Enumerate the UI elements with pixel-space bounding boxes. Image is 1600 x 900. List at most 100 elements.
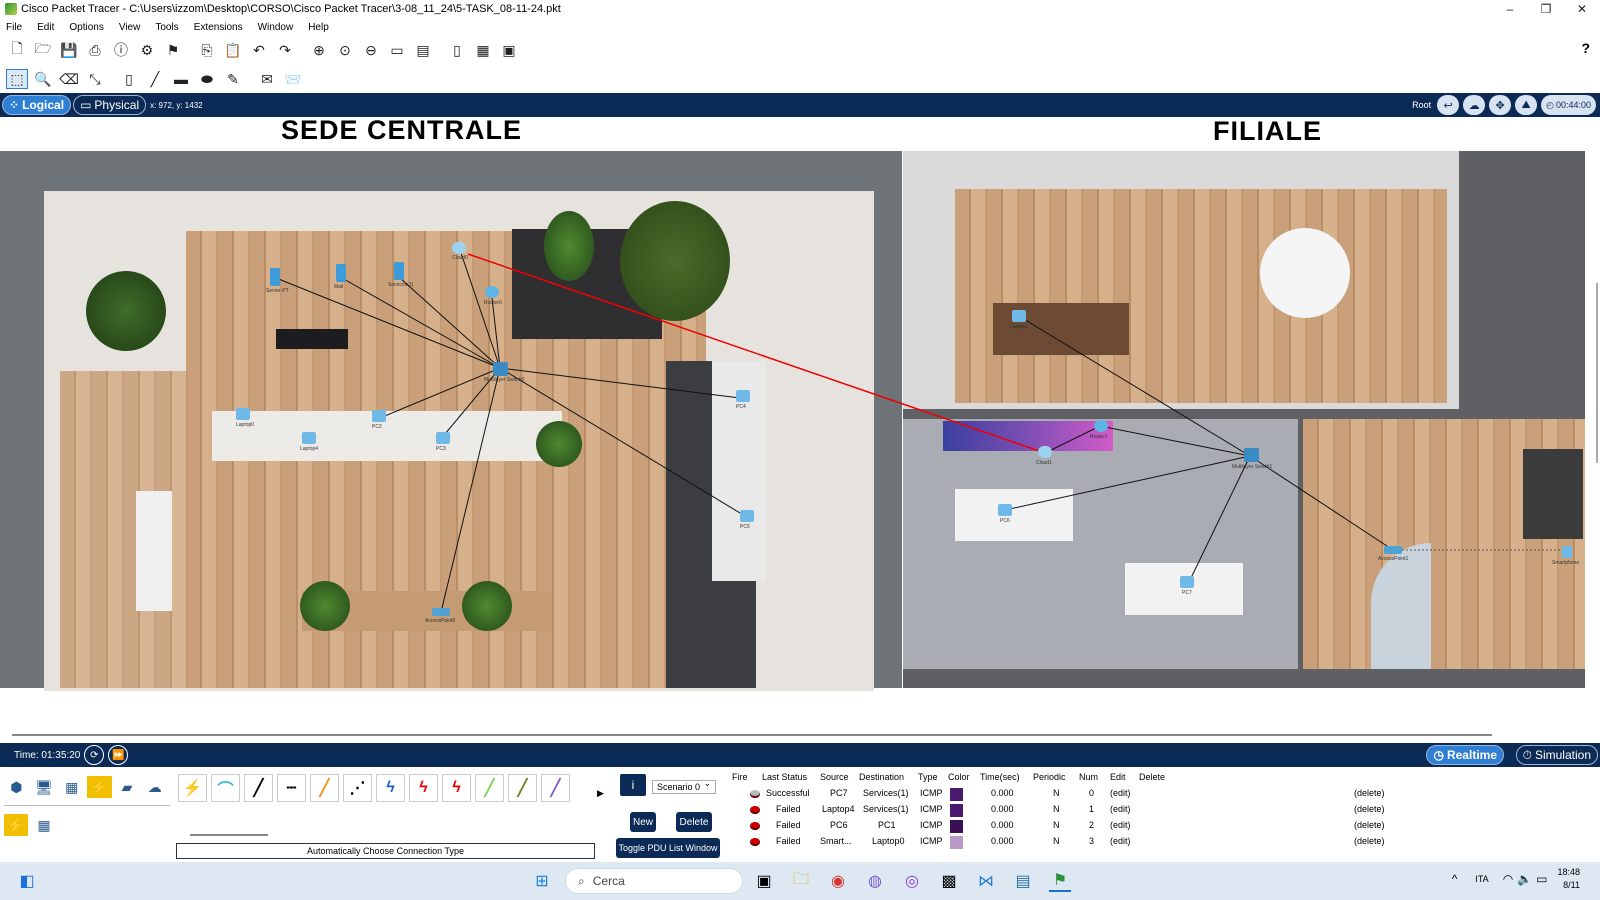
realtime-mode-button[interactable]: ◷ Realtime xyxy=(1426,745,1504,765)
pc-icon[interactable] xyxy=(436,432,450,444)
pc-icon[interactable] xyxy=(372,410,386,422)
pdu-edit-link[interactable]: (edit) xyxy=(1110,836,1131,846)
delete-icon[interactable]: ⌫ xyxy=(58,69,80,89)
components-icon[interactable]: ▦ xyxy=(59,776,84,798)
info-icon[interactable]: ⓘ xyxy=(110,40,132,60)
taskbar-search[interactable]: ⌕ Cerca xyxy=(565,868,743,894)
set-background-icon[interactable]: ⛰ xyxy=(1515,95,1538,115)
simulation-mode-button[interactable]: ⏱ Simulation xyxy=(1515,745,1598,765)
cloud-icon[interactable] xyxy=(1038,446,1052,458)
cluster-icon[interactable]: ☁ xyxy=(1463,95,1486,115)
complex-pdu-icon[interactable]: 📨 xyxy=(282,69,304,89)
fire-indicator-icon[interactable] xyxy=(750,806,760,814)
end-devices-icon[interactable]: 🖥 xyxy=(32,776,57,798)
open-folder-icon[interactable]: 🗁 xyxy=(32,40,54,60)
new-scenario-button[interactable]: New xyxy=(630,812,656,832)
phone-cable-icon[interactable]: ⋰ xyxy=(343,774,372,802)
physical-view-button[interactable]: ▭ Physical xyxy=(73,95,147,115)
task-view-icon[interactable]: ▣ xyxy=(753,870,775,892)
coaxial-cable-icon[interactable]: ϟ xyxy=(376,774,405,802)
remote-desktop-icon[interactable]: ▤ xyxy=(1012,870,1034,892)
menu-window[interactable]: Window xyxy=(258,22,294,33)
straight-through-cable-icon[interactable]: ╱ xyxy=(244,774,273,802)
app-icon[interactable]: ◎ xyxy=(901,870,923,892)
menu-options[interactable]: Options xyxy=(69,22,103,33)
connections-icon[interactable]: ⚡ xyxy=(87,776,112,798)
router-icon[interactable] xyxy=(1094,420,1108,432)
new-file-icon[interactable]: 🗋 xyxy=(6,40,28,60)
pdu-delete-link[interactable]: (delete) xyxy=(1354,820,1385,830)
menu-edit[interactable]: Edit xyxy=(37,22,54,33)
laptop-icon[interactable] xyxy=(236,408,250,420)
help-icon[interactable]: ? xyxy=(1581,40,1590,56)
menu-tools[interactable]: Tools xyxy=(155,22,178,33)
server-icon[interactable] xyxy=(336,264,346,282)
start-icon[interactable]: ⊞ xyxy=(531,870,553,892)
pdu-edit-link[interactable]: (edit) xyxy=(1110,788,1131,798)
smartphone-icon[interactable] xyxy=(1562,546,1572,558)
chevron-up-icon[interactable]: ^ xyxy=(1452,872,1458,886)
zoom-reset-icon[interactable]: ⊙ xyxy=(334,40,356,60)
language-indicator[interactable]: ITA xyxy=(1475,874,1488,884)
taskbar-clock[interactable]: 18:48 8/11 xyxy=(1557,866,1580,892)
network-devices-icon[interactable]: ⬢ xyxy=(4,776,29,798)
maximize-button[interactable]: ❐ xyxy=(1528,0,1564,18)
laptop-icon[interactable] xyxy=(1012,310,1026,322)
save-icon[interactable]: 💾 xyxy=(58,40,80,60)
fast-forward-icon[interactable]: ⏩ xyxy=(108,745,129,765)
grid-icon[interactable]: ▦ xyxy=(32,814,56,836)
cloud-icon[interactable] xyxy=(452,242,466,254)
connections-subtype-icon[interactable]: ⚡ xyxy=(4,814,28,836)
inspect-icon[interactable]: 🔍 xyxy=(32,69,54,89)
file-explorer-icon[interactable]: 🗀 xyxy=(790,870,812,892)
pc-icon[interactable] xyxy=(998,504,1012,516)
switch-icon[interactable] xyxy=(1244,448,1259,462)
resize-icon[interactable]: ⤡ xyxy=(84,69,106,89)
drawing-palette-icon[interactable]: ▭ xyxy=(386,40,408,60)
7zip-icon[interactable]: ▩ xyxy=(938,870,960,892)
volume-icon[interactable]: 🔈 xyxy=(1517,872,1532,886)
toggle-pdu-list-button[interactable]: Toggle PDU List Window xyxy=(616,838,720,858)
close-button[interactable]: ✕ xyxy=(1564,0,1600,18)
pdu-icon[interactable]: ▦ xyxy=(472,40,494,60)
console-cable-icon[interactable]: ⌒ xyxy=(211,774,240,802)
screenshot-icon[interactable]: ▣ xyxy=(498,40,520,60)
pdu-delete-link[interactable]: (delete) xyxy=(1354,804,1385,814)
logical-view-button[interactable]: ⁘ Logical xyxy=(2,95,72,115)
draw-rectangle-icon[interactable]: ▬ xyxy=(170,69,192,89)
chrome-icon[interactable]: ◉ xyxy=(827,870,849,892)
print-icon[interactable]: ⎙ xyxy=(84,40,106,60)
simple-pdu-icon[interactable]: ✉ xyxy=(256,69,278,89)
menu-file[interactable]: File xyxy=(6,22,22,33)
fire-indicator-icon[interactable] xyxy=(750,822,760,830)
usb-cable-icon[interactable]: ╱ xyxy=(541,774,570,802)
connection-scrollbar[interactable] xyxy=(190,834,268,836)
scenario-select[interactable]: Scenario 0 xyxy=(652,778,716,794)
pc-icon[interactable] xyxy=(1180,576,1194,588)
server-icon[interactable] xyxy=(394,262,404,280)
battery-icon[interactable]: ▭ xyxy=(1536,872,1547,886)
multiuser-icon[interactable]: ☁ xyxy=(142,776,167,798)
switch-icon[interactable] xyxy=(493,362,508,376)
wifi-icon[interactable]: ◠ xyxy=(1503,872,1513,886)
freeform-icon[interactable]: ✎ xyxy=(222,69,244,89)
access-point-icon[interactable] xyxy=(432,608,450,616)
place-note-icon[interactable]: ▯ xyxy=(118,69,140,89)
router-icon[interactable] xyxy=(485,286,499,298)
iot-cable-icon[interactable]: ╱ xyxy=(508,774,537,802)
paste-icon[interactable]: 📋 xyxy=(222,40,244,60)
back-icon[interactable]: ↩ xyxy=(1437,95,1460,115)
network-wizard-icon[interactable]: ⚙ xyxy=(136,40,158,60)
visual-studio-icon[interactable]: ⋈ xyxy=(975,870,997,892)
fiber-cable-icon[interactable]: ╱ xyxy=(310,774,339,802)
menu-extensions[interactable]: Extensions xyxy=(194,22,243,33)
pdu-edit-link[interactable]: (edit) xyxy=(1110,820,1131,830)
draw-ellipse-icon[interactable]: ⬬ xyxy=(196,69,218,89)
fire-indicator-icon[interactable] xyxy=(750,790,760,798)
crossover-cable-icon[interactable]: ┄ xyxy=(277,774,306,802)
logical-workspace-canvas[interactable]: SEDE CENTRALE FILIALE Server-PT Mail Ser… xyxy=(0,118,1600,733)
notes-icon[interactable]: ▯ xyxy=(446,40,468,60)
pdu-delete-link[interactable]: (delete) xyxy=(1354,836,1385,846)
zoom-in-icon[interactable]: ⊕ xyxy=(308,40,330,60)
draw-line-icon[interactable]: ╱ xyxy=(144,69,166,89)
